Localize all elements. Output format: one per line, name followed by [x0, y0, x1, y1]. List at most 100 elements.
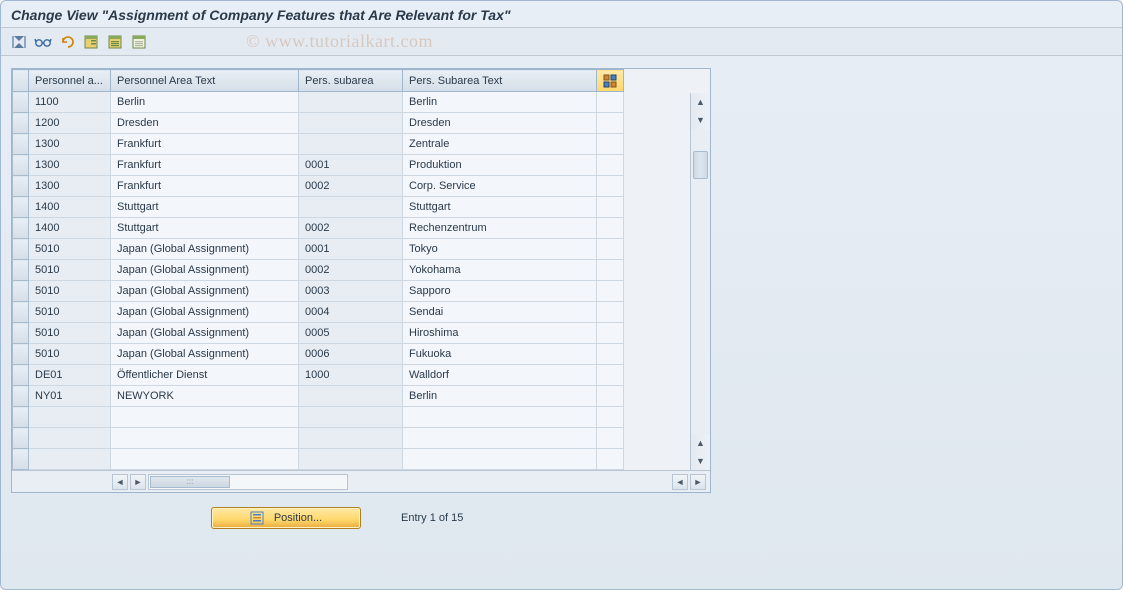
cell-pers-subarea-text[interactable]: Corp. Service: [403, 176, 597, 197]
cell-personnel-area-text[interactable]: Japan (Global Assignment): [111, 260, 299, 281]
cell-empty[interactable]: [403, 428, 597, 449]
table-row-empty[interactable]: [13, 407, 624, 428]
vertical-scrollbar[interactable]: ▲ ▼ ▲ ▼: [690, 93, 710, 470]
table-row-empty[interactable]: [13, 449, 624, 470]
table-row[interactable]: 5010Japan (Global Assignment)0002Yokoham…: [13, 260, 624, 281]
cell-pers-subarea-text[interactable]: Berlin: [403, 386, 597, 407]
row-selector[interactable]: [13, 176, 29, 197]
cell-personnel-area-text[interactable]: Frankfurt: [111, 155, 299, 176]
table-row[interactable]: 1400Stuttgart0002Rechenzentrum: [13, 218, 624, 239]
cell-personnel-area-text[interactable]: Stuttgart: [111, 218, 299, 239]
scroll-left-end-icon[interactable]: ◄: [672, 474, 688, 490]
horizontal-scrollbar[interactable]: ◄ ► ::: ◄ ►: [12, 470, 710, 492]
cell-personnel-area[interactable]: 5010: [29, 239, 111, 260]
position-button[interactable]: Position...: [211, 507, 361, 529]
cell-personnel-area[interactable]: 5010: [29, 344, 111, 365]
cell-empty[interactable]: [403, 449, 597, 470]
table-row[interactable]: 5010Japan (Global Assignment)0005Hiroshi…: [13, 323, 624, 344]
scrollbar-thumb[interactable]: [693, 151, 708, 179]
row-selector[interactable]: [13, 239, 29, 260]
cell-pers-subarea[interactable]: 0002: [299, 218, 403, 239]
table-row[interactable]: 1300Frankfurt0002Corp. Service: [13, 176, 624, 197]
scroll-down-icon[interactable]: ▼: [692, 111, 710, 129]
row-selector[interactable]: [13, 344, 29, 365]
glasses-icon[interactable]: [33, 32, 53, 52]
table-row-empty[interactable]: [13, 428, 624, 449]
cell-pers-subarea[interactable]: 0002: [299, 260, 403, 281]
cell-personnel-area-text[interactable]: Japan (Global Assignment): [111, 239, 299, 260]
row-selector[interactable]: [13, 155, 29, 176]
cell-personnel-area[interactable]: 1300: [29, 134, 111, 155]
cell-empty[interactable]: [299, 428, 403, 449]
cell-personnel-area[interactable]: 1400: [29, 197, 111, 218]
save-variant-icon[interactable]: [81, 32, 101, 52]
table-row[interactable]: 5010Japan (Global Assignment)0001Tokyo: [13, 239, 624, 260]
table-settings-icon[interactable]: [597, 70, 624, 92]
table-row[interactable]: 5010Japan (Global Assignment)0006Fukuoka: [13, 344, 624, 365]
row-selector[interactable]: [13, 197, 29, 218]
cell-pers-subarea[interactable]: [299, 113, 403, 134]
table-row[interactable]: DE01Öffentlicher Dienst1000Walldorf: [13, 365, 624, 386]
cell-pers-subarea[interactable]: 0006: [299, 344, 403, 365]
row-selector[interactable]: [13, 281, 29, 302]
cell-empty[interactable]: [403, 407, 597, 428]
cell-personnel-area-text[interactable]: Japan (Global Assignment): [111, 302, 299, 323]
scroll-up-bottom-icon[interactable]: ▲: [692, 434, 710, 452]
cell-personnel-area[interactable]: 1300: [29, 176, 111, 197]
cell-pers-subarea-text[interactable]: Berlin: [403, 92, 597, 113]
cell-pers-subarea-text[interactable]: Sapporo: [403, 281, 597, 302]
cell-pers-subarea-text[interactable]: Fukuoka: [403, 344, 597, 365]
cell-pers-subarea[interactable]: [299, 92, 403, 113]
select-all-icon[interactable]: [105, 32, 125, 52]
cell-pers-subarea-text[interactable]: Zentrale: [403, 134, 597, 155]
cell-pers-subarea[interactable]: 0004: [299, 302, 403, 323]
cell-pers-subarea-text[interactable]: Walldorf: [403, 365, 597, 386]
cell-personnel-area[interactable]: 5010: [29, 260, 111, 281]
scroll-right-end-icon[interactable]: ►: [690, 474, 706, 490]
cell-pers-subarea[interactable]: [299, 134, 403, 155]
cell-personnel-area-text[interactable]: Berlin: [111, 92, 299, 113]
cell-personnel-area-text[interactable]: Frankfurt: [111, 176, 299, 197]
cell-personnel-area-text[interactable]: Japan (Global Assignment): [111, 323, 299, 344]
table-row[interactable]: 1300Frankfurt0001Produktion: [13, 155, 624, 176]
cell-personnel-area-text[interactable]: Frankfurt: [111, 134, 299, 155]
row-selector[interactable]: [13, 386, 29, 407]
deselect-all-icon[interactable]: [129, 32, 149, 52]
scroll-up-icon[interactable]: ▲: [692, 93, 710, 111]
cell-empty[interactable]: [299, 449, 403, 470]
row-selector[interactable]: [13, 428, 29, 449]
cell-pers-subarea[interactable]: [299, 197, 403, 218]
cell-personnel-area[interactable]: 1300: [29, 155, 111, 176]
row-selector[interactable]: [13, 260, 29, 281]
cell-personnel-area[interactable]: NY01: [29, 386, 111, 407]
cell-empty[interactable]: [29, 449, 111, 470]
row-selector[interactable]: [13, 134, 29, 155]
column-header-personnel-area[interactable]: Personnel a...: [29, 70, 111, 92]
table-row[interactable]: 5010Japan (Global Assignment)0003Sapporo: [13, 281, 624, 302]
scroll-left-icon[interactable]: ◄: [112, 474, 128, 490]
cell-personnel-area[interactable]: 5010: [29, 302, 111, 323]
cell-pers-subarea[interactable]: 1000: [299, 365, 403, 386]
row-selector-header[interactable]: [13, 70, 29, 92]
cell-empty[interactable]: [299, 407, 403, 428]
cell-personnel-area-text[interactable]: Japan (Global Assignment): [111, 344, 299, 365]
hscroll-track[interactable]: :::: [148, 474, 348, 490]
cell-pers-subarea[interactable]: 0001: [299, 155, 403, 176]
cell-personnel-area-text[interactable]: Öffentlicher Dienst: [111, 365, 299, 386]
hscroll-thumb[interactable]: :::: [150, 476, 230, 488]
cell-empty[interactable]: [111, 449, 299, 470]
cell-pers-subarea[interactable]: 0003: [299, 281, 403, 302]
cell-pers-subarea[interactable]: 0005: [299, 323, 403, 344]
table-row[interactable]: 1400StuttgartStuttgart: [13, 197, 624, 218]
scrollbar-track[interactable]: [691, 129, 710, 434]
cell-personnel-area[interactable]: 5010: [29, 281, 111, 302]
cell-pers-subarea[interactable]: 0002: [299, 176, 403, 197]
row-selector[interactable]: [13, 365, 29, 386]
row-selector[interactable]: [13, 407, 29, 428]
row-selector[interactable]: [13, 218, 29, 239]
cell-empty[interactable]: [29, 428, 111, 449]
row-selector[interactable]: [13, 323, 29, 344]
cell-pers-subarea-text[interactable]: Yokohama: [403, 260, 597, 281]
data-table[interactable]: Personnel a... Personnel Area Text Pers.…: [12, 69, 624, 470]
table-row[interactable]: NY01NEWYORKBerlin: [13, 386, 624, 407]
